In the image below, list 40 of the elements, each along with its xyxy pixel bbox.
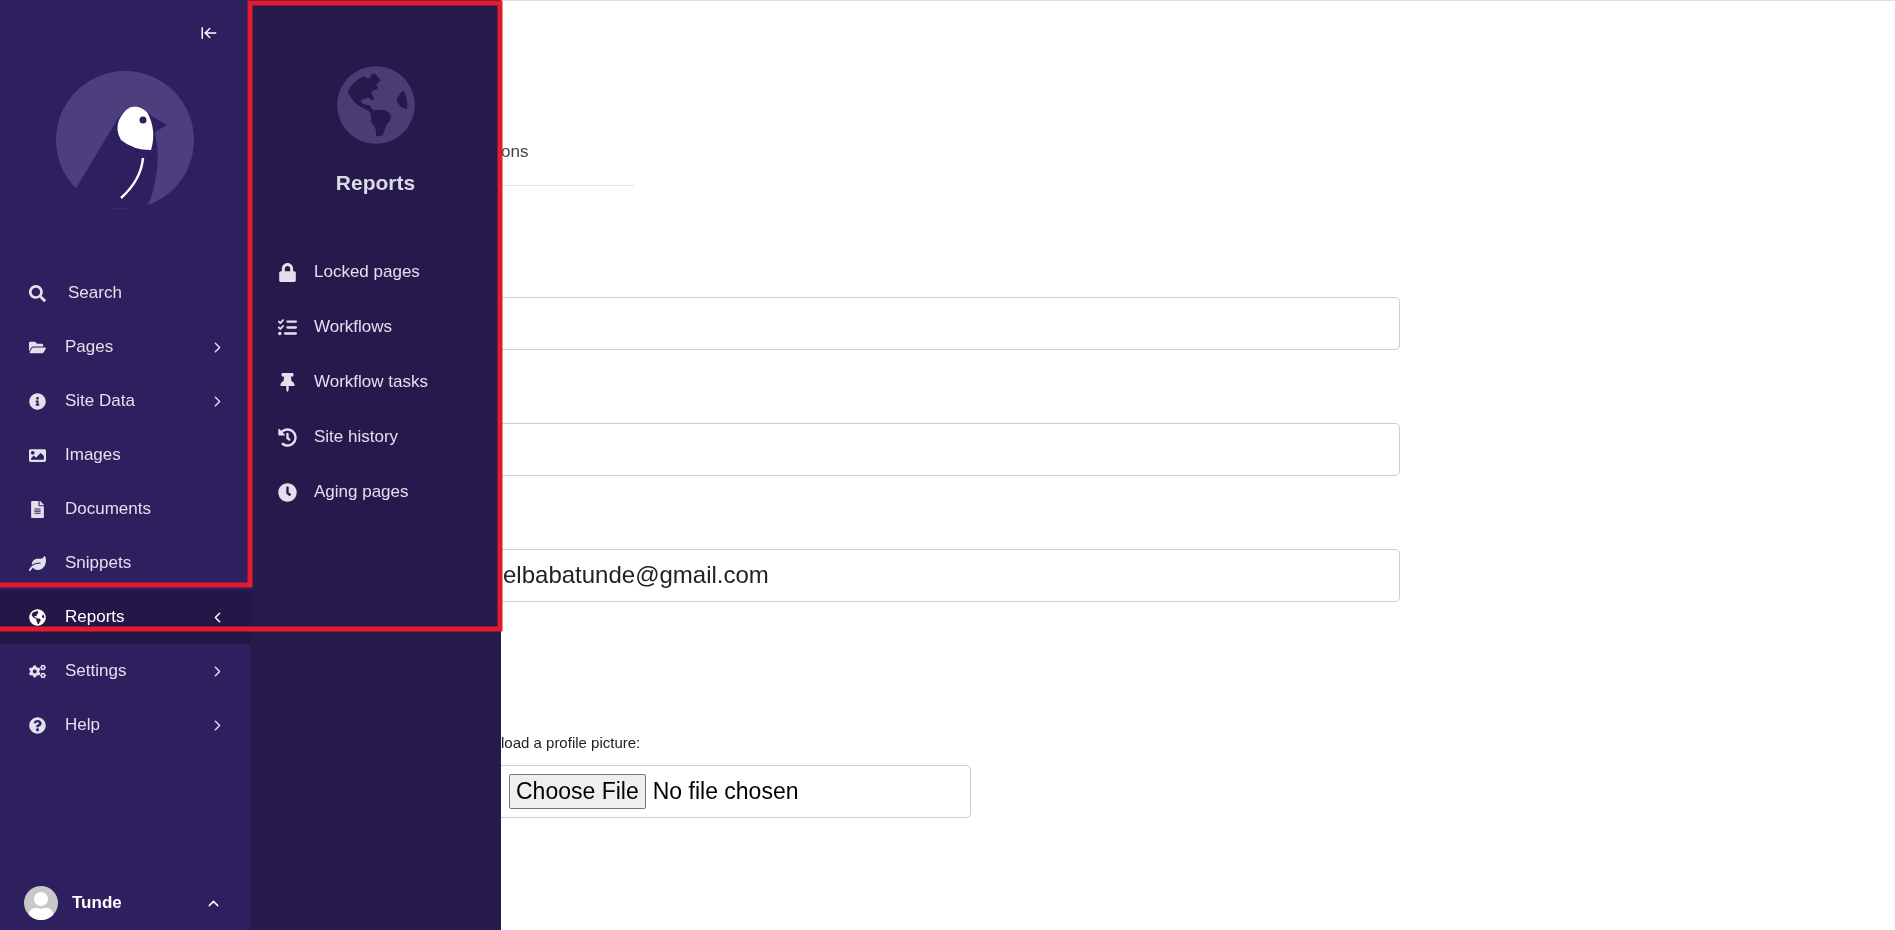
- history-icon: [278, 427, 297, 447]
- pin-icon: [278, 372, 297, 392]
- choose-file-button[interactable]: Choose File: [509, 774, 646, 809]
- submenu-item[interactable]: Site history: [250, 409, 501, 465]
- submenu-title: Reports: [334, 170, 417, 196]
- sidebar-item[interactable]: Search: [0, 266, 250, 320]
- checklist-icon: [278, 317, 297, 337]
- upload-label: load a profile picture:: [501, 732, 642, 753]
- sidebar-item[interactable]: Pages: [0, 320, 250, 374]
- clock-icon: [278, 482, 297, 502]
- avatar-icon: [24, 886, 58, 920]
- file-input[interactable]: Choose File No file chosen: [501, 765, 971, 818]
- user-menu-button[interactable]: Tunde: [0, 880, 250, 926]
- image-icon: [29, 446, 46, 464]
- input-field[interactable]: [501, 422, 1400, 476]
- info-icon: [29, 392, 46, 410]
- input-field[interactable]: [501, 296, 1400, 350]
- globe-icon: [29, 608, 46, 626]
- file-status: No file chosen: [652, 777, 799, 807]
- submenu-item[interactable]: Aging pages: [250, 464, 501, 520]
- bird-logo-icon: [55, 70, 195, 210]
- submenu-item[interactable]: Locked pages: [250, 244, 501, 300]
- sidebar-item[interactable]: Site Data: [0, 374, 250, 428]
- input-field[interactable]: elbabatunde@gmail.com: [501, 548, 1400, 602]
- collapse-sidebar-button[interactable]: [200, 24, 218, 42]
- sidebar-item[interactable]: Images: [0, 428, 250, 482]
- help-icon: [29, 716, 46, 734]
- sidebar-item[interactable]: Reports: [0, 590, 250, 644]
- sidebar-item[interactable]: Help: [0, 698, 250, 752]
- search-icon: [29, 284, 46, 302]
- submenu-item[interactable]: Workflows: [250, 299, 501, 355]
- sidebar-item[interactable]: Snippets: [0, 536, 250, 590]
- lock-icon: [278, 262, 297, 282]
- leaf-icon: [29, 554, 46, 572]
- globe-icon: [335, 65, 416, 145]
- document-icon: [29, 500, 46, 518]
- submenu-item[interactable]: Workflow tasks: [250, 354, 501, 410]
- gears-icon: [29, 662, 46, 680]
- sidebar-item[interactable]: Settings: [0, 644, 250, 698]
- sidebar-item[interactable]: Documents: [0, 482, 250, 536]
